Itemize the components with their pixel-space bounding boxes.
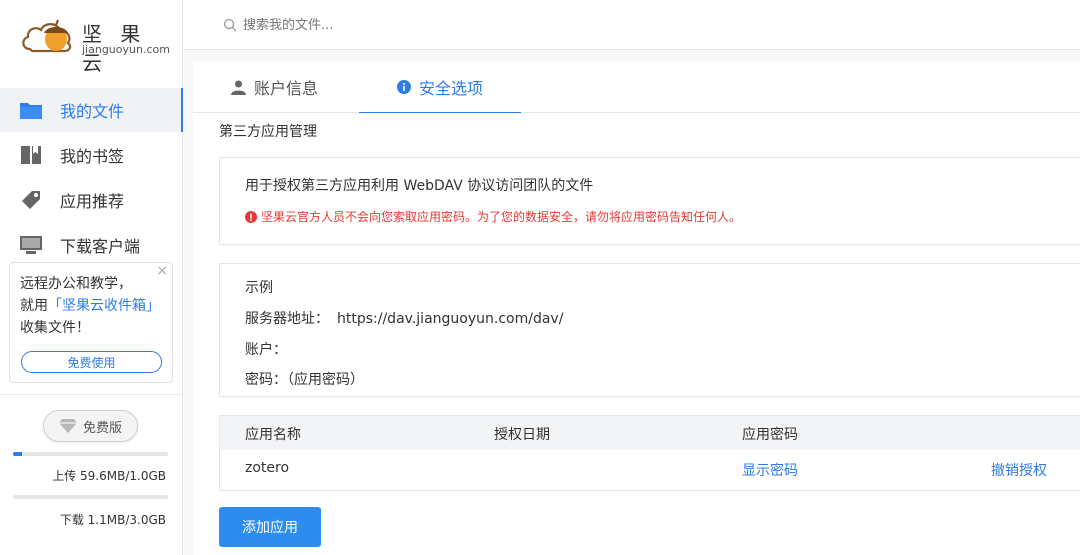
warning-text: 坚果云官方人员不会向您索取应用密码。为了您的数据安全，请勿将应用密码告知任何人。 bbox=[261, 210, 742, 224]
sidebar-item-label: 下载客户端 bbox=[60, 237, 141, 256]
plan-badge[interactable]: 免费版 bbox=[43, 410, 138, 442]
settings-tabs: 账户信息 安全选项 bbox=[193, 61, 1080, 114]
sidebar: 坚 果 云 jianguoyun.com 我的文件 我的书签 应用推荐 下载客户… bbox=[0, 0, 184, 555]
webdav-description: 用于授权第三方应用利用 WebDAV 协议访问团队的文件 bbox=[245, 178, 594, 194]
diamond-icon bbox=[58, 419, 77, 433]
promo-text: 远程办公和教学， 就用「坚果云收件箱」 收集文件！ bbox=[20, 273, 166, 339]
monitor-icon bbox=[18, 234, 44, 256]
app-name-cell: zotero bbox=[245, 460, 290, 476]
promo-line-1: 远程办公和教学， bbox=[20, 276, 132, 292]
upload-quota-label: 上传 59.6MB/1.0GB bbox=[52, 469, 166, 483]
revoke-authorization-link[interactable]: 撤销授权 bbox=[991, 460, 1047, 480]
download-quota-bar bbox=[13, 495, 168, 499]
user-icon bbox=[231, 80, 246, 95]
brand-logo[interactable]: 坚 果 云 jianguoyun.com bbox=[20, 12, 170, 75]
plan-label: 免费版 bbox=[82, 420, 122, 436]
sidebar-item-my-files[interactable]: 我的文件 bbox=[0, 88, 184, 132]
promo-line-2: 就用「坚果云收件箱」 bbox=[20, 295, 166, 317]
account-value-redacted bbox=[287, 344, 407, 356]
bookmark-icon bbox=[18, 144, 44, 166]
column-header-auth-date: 授权日期 bbox=[494, 427, 550, 443]
security-warning: 坚果云官方人员不会向您索取应用密码。为了您的数据安全，请勿将应用密码告知任何人。 bbox=[245, 208, 741, 225]
app-window: 坚 果 云 jianguoyun.com 我的文件 我的书签 应用推荐 下载客户… bbox=[0, 0, 1080, 555]
password-label: 密码： bbox=[245, 372, 287, 388]
sidebar-item-label: 我的文件 bbox=[60, 102, 125, 121]
column-header-app-password: 应用密码 bbox=[742, 427, 798, 443]
warning-icon bbox=[245, 210, 257, 223]
search-input[interactable] bbox=[243, 17, 503, 33]
sidebar-item-label: 应用推荐 bbox=[60, 192, 125, 211]
webdav-info-panel: 用于授权第三方应用利用 WebDAV 协议访问团队的文件 坚果云官方人员不会向您… bbox=[219, 157, 1080, 245]
add-app-button[interactable]: 添加应用 bbox=[219, 507, 321, 547]
free-trial-button[interactable]: 免费使用 bbox=[21, 351, 162, 373]
section-title: 第三方应用管理 bbox=[219, 124, 317, 140]
tab-label: 安全选项 bbox=[419, 79, 484, 98]
table-header: 应用名称 授权日期 应用密码 bbox=[220, 416, 1080, 450]
example-title: 示例 bbox=[245, 280, 273, 296]
promo-highlight-link[interactable]: 「坚果云收件箱」 bbox=[48, 298, 160, 314]
server-label: 服务器地址： bbox=[245, 311, 329, 327]
show-password-link[interactable]: 显示密码 bbox=[742, 460, 798, 480]
account-row: 账户： bbox=[245, 339, 407, 359]
download-quota-label: 下载 1.1MB/3.0GB bbox=[59, 513, 166, 527]
example-panel: 示例 服务器地址： https://dav.jianguoyun.com/dav/… bbox=[219, 263, 1080, 397]
folder-icon bbox=[18, 99, 44, 121]
password-value: （应用密码） bbox=[287, 372, 364, 388]
top-bar bbox=[183, 0, 1080, 50]
tab-security-options[interactable]: 安全选项 bbox=[359, 61, 522, 114]
sidebar-item-label: 我的书签 bbox=[60, 147, 125, 166]
search-box bbox=[223, 14, 523, 36]
main-area: 账户信息 安全选项 第三方应用管理 用于授权第三方应用利用 WebDAV 协议访… bbox=[183, 50, 1080, 555]
upload-quota-fill bbox=[13, 452, 22, 456]
sidebar-item-app-recommend[interactable]: 应用推荐 bbox=[0, 178, 183, 222]
promo-line-2-prefix: 就用 bbox=[20, 298, 48, 314]
acorn-cloud-logo-icon bbox=[22, 19, 72, 53]
info-icon bbox=[397, 80, 411, 94]
server-address-row: 服务器地址： https://dav.jianguoyun.com/dav/ bbox=[245, 308, 563, 328]
brand-domain: jianguoyun.com bbox=[82, 43, 170, 56]
security-content: 第三方应用管理 用于授权第三方应用利用 WebDAV 协议访问团队的文件 坚果云… bbox=[193, 113, 1080, 555]
upload-quota-bar bbox=[13, 452, 168, 456]
promo-line-3: 收集文件！ bbox=[20, 320, 90, 336]
search-icon bbox=[223, 18, 237, 32]
account-label: 账户： bbox=[245, 342, 287, 358]
column-header-app-name: 应用名称 bbox=[245, 427, 301, 443]
tab-label: 账户信息 bbox=[254, 79, 319, 98]
tab-account-info[interactable]: 账户信息 bbox=[231, 61, 318, 113]
server-value: https://dav.jianguoyun.com/dav/ bbox=[337, 311, 564, 327]
sidebar-item-bookmarks[interactable]: 我的书签 bbox=[0, 133, 183, 177]
authorized-apps-table: 应用名称 授权日期 应用密码 zotero 显示密码 撤销授权 bbox=[219, 415, 1080, 491]
password-row: 密码：（应用密码） bbox=[245, 369, 364, 389]
sidebar-item-download-client[interactable]: 下载客户端 bbox=[0, 223, 183, 267]
sidebar-divider bbox=[0, 394, 182, 395]
promo-card: × 远程办公和教学， 就用「坚果云收件箱」 收集文件！ 免费使用 bbox=[9, 262, 173, 383]
tag-icon bbox=[18, 189, 44, 211]
